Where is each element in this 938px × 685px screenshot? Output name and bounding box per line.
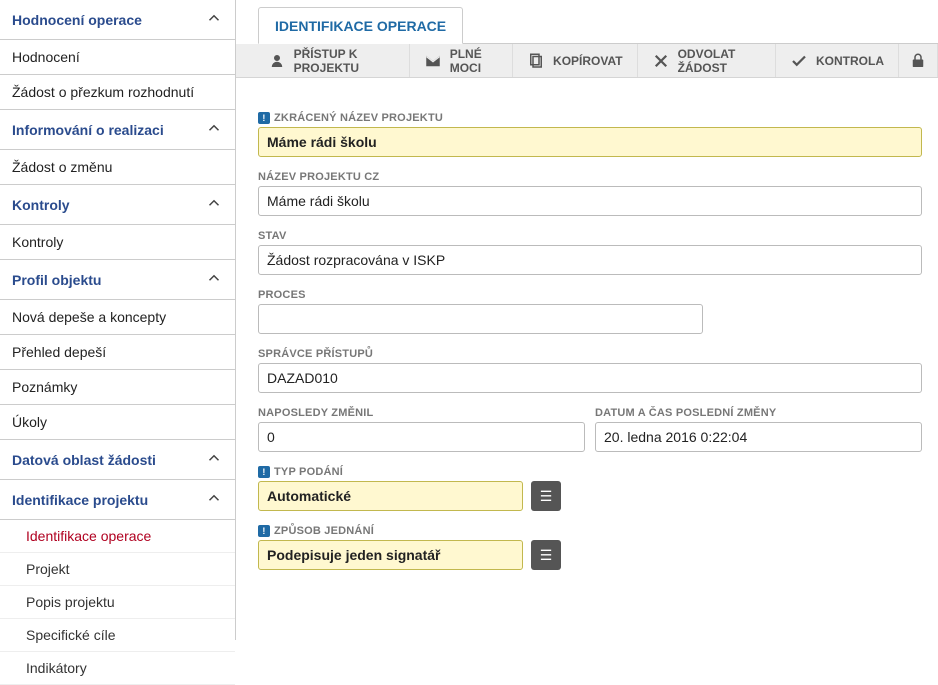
- required-icon: !: [258, 112, 270, 124]
- sidebar-item-kontroly[interactable]: Kontroly: [0, 225, 235, 260]
- field-label: ! TYP PODÁNÍ: [258, 466, 922, 478]
- process-input[interactable]: [258, 304, 703, 334]
- users-icon: [268, 52, 286, 70]
- field-label: NAPOSLEDY ZMĚNIL: [258, 407, 585, 419]
- field-process: PROCES: [258, 289, 922, 334]
- short-name-input[interactable]: [258, 127, 922, 157]
- field-short-name: ! ZKRÁCENÝ NÁZEV PROJEKTU: [258, 112, 922, 157]
- sidebar-group-title: Identifikace projektu: [12, 492, 148, 508]
- sidebar-group-profil-objektu[interactable]: Profil objektu: [0, 260, 235, 300]
- acting-mode-picker-button[interactable]: ☰: [531, 540, 561, 570]
- toolbar-label: PLNÉ MOCI: [450, 47, 498, 75]
- lock-icon: [909, 52, 927, 70]
- required-icon: !: [258, 466, 270, 478]
- sidebar-sub-popis-projektu[interactable]: Popis projektu: [0, 586, 235, 619]
- sidebar: Hodnocení operace Hodnocení Žádost o pře…: [0, 0, 236, 640]
- label-text: DATUM A ČAS POSLEDNÍ ZMĚNY: [595, 407, 776, 419]
- sidebar-group-title: Datová oblast žádosti: [12, 452, 156, 468]
- last-changed-by-input[interactable]: [258, 422, 585, 452]
- label-text: PROCES: [258, 289, 306, 301]
- label-text: SPRÁVCE PŘÍSTUPŮ: [258, 348, 373, 360]
- toolbar: PŘÍSTUP K PROJEKTU PLNÉ MOCI KOPÍROVAT O…: [236, 44, 938, 78]
- sidebar-group-title: Profil objektu: [12, 272, 101, 288]
- required-icon: !: [258, 525, 270, 537]
- field-label: STAV: [258, 230, 922, 242]
- chevron-up-icon: [205, 269, 223, 290]
- sidebar-sub-projekt[interactable]: Projekt: [0, 553, 235, 586]
- field-name-cz: NÁZEV PROJEKTU CZ: [258, 171, 922, 216]
- sidebar-group-informovani[interactable]: Informování o realizaci: [0, 110, 235, 150]
- toolbar-revoke-button[interactable]: ODVOLAT ŽÁDOST: [638, 44, 776, 77]
- sidebar-group-kontroly[interactable]: Kontroly: [0, 185, 235, 225]
- sidebar-item-prehled-depesi[interactable]: Přehled depeší: [0, 335, 235, 370]
- state-input[interactable]: [258, 245, 922, 275]
- sidebar-group-datova-oblast[interactable]: Datová oblast žádosti: [0, 440, 235, 480]
- sidebar-group-title: Informování o realizaci: [12, 122, 164, 138]
- chevron-up-icon: [205, 9, 223, 30]
- label-text: ZPŮSOB JEDNÁNÍ: [274, 525, 374, 537]
- sidebar-sub-identifikace-operace[interactable]: Identifikace operace: [0, 520, 235, 553]
- chevron-up-icon: [205, 449, 223, 470]
- admin-input[interactable]: [258, 363, 922, 393]
- label-text: NÁZEV PROJEKTU CZ: [258, 171, 379, 183]
- cancel-icon: [652, 52, 670, 70]
- sidebar-item-nova-depese[interactable]: Nová depeše a koncepty: [0, 300, 235, 335]
- sidebar-item-zadost-prezkum[interactable]: Žádost o přezkum rozhodnutí: [0, 75, 235, 110]
- chevron-up-icon: [205, 489, 223, 510]
- sidebar-group-title: Kontroly: [12, 197, 70, 213]
- field-last-changed-at: DATUM A ČAS POSLEDNÍ ZMĚNY: [595, 407, 922, 452]
- sidebar-group-identifikace-projektu[interactable]: Identifikace projektu: [0, 480, 235, 520]
- sidebar-item-hodnoceni[interactable]: Hodnocení: [0, 40, 235, 75]
- submit-type-input[interactable]: [258, 481, 523, 511]
- acting-mode-input[interactable]: [258, 540, 523, 570]
- toolbar-check-button[interactable]: KONTROLA: [776, 44, 899, 77]
- sidebar-item-zadost-zmenu[interactable]: Žádost o změnu: [0, 150, 235, 185]
- field-admin: SPRÁVCE PŘÍSTUPŮ: [258, 348, 922, 393]
- toolbar-label: PŘÍSTUP K PROJEKTU: [294, 47, 395, 75]
- field-label: PROCES: [258, 289, 922, 301]
- label-text: NAPOSLEDY ZMĚNIL: [258, 407, 373, 419]
- check-icon: [790, 52, 808, 70]
- field-state: STAV: [258, 230, 922, 275]
- field-label: ! ZKRÁCENÝ NÁZEV PROJEKTU: [258, 112, 922, 124]
- toolbar-access-button[interactable]: PŘÍSTUP K PROJEKTU: [254, 44, 410, 77]
- last-changed-at-input[interactable]: [595, 422, 922, 452]
- form-area: ! ZKRÁCENÝ NÁZEV PROJEKTU NÁZEV PROJEKTU…: [258, 78, 938, 586]
- sidebar-sub-specificke-cile[interactable]: Specifické cíle: [0, 619, 235, 652]
- label-text: TYP PODÁNÍ: [274, 466, 343, 478]
- list-icon: ☰: [540, 547, 553, 564]
- sidebar-item-ukoly[interactable]: Úkoly: [0, 405, 235, 440]
- toolbar-label: ODVOLAT ŽÁDOST: [678, 47, 761, 75]
- field-label: NÁZEV PROJEKTU CZ: [258, 171, 922, 183]
- label-text: STAV: [258, 230, 287, 242]
- chevron-up-icon: [205, 194, 223, 215]
- toolbar-copy-button[interactable]: KOPÍROVAT: [513, 44, 638, 77]
- label-text: ZKRÁCENÝ NÁZEV PROJEKTU: [274, 112, 443, 124]
- field-label: SPRÁVCE PŘÍSTUPŮ: [258, 348, 922, 360]
- toolbar-lock-button[interactable]: [899, 44, 938, 77]
- toolbar-label: KOPÍROVAT: [553, 54, 623, 68]
- sidebar-group-hodnoceni-operace[interactable]: Hodnocení operace: [0, 0, 235, 40]
- field-acting-mode: ! ZPŮSOB JEDNÁNÍ ☰: [258, 525, 922, 570]
- sidebar-item-poznamky[interactable]: Poznámky: [0, 370, 235, 405]
- main-panel: IDENTIFIKACE OPERACE PŘÍSTUP K PROJEKTU …: [236, 0, 938, 640]
- name-cz-input[interactable]: [258, 186, 922, 216]
- field-label: DATUM A ČAS POSLEDNÍ ZMĚNY: [595, 407, 922, 419]
- sidebar-sub-indikatory[interactable]: Indikátory: [0, 652, 235, 685]
- toolbar-power-button[interactable]: PLNÉ MOCI: [410, 44, 513, 77]
- mail-icon: [424, 52, 442, 70]
- submit-type-picker-button[interactable]: ☰: [531, 481, 561, 511]
- tab-identifikace-operace[interactable]: IDENTIFIKACE OPERACE: [258, 7, 463, 44]
- field-submit-type: ! TYP PODÁNÍ ☰: [258, 466, 922, 511]
- tab-strip: IDENTIFIKACE OPERACE: [258, 0, 938, 44]
- field-last-changed-by: NAPOSLEDY ZMĚNIL: [258, 407, 585, 452]
- chevron-up-icon: [205, 119, 223, 140]
- copy-icon: [527, 52, 545, 70]
- list-icon: ☰: [540, 488, 553, 505]
- toolbar-label: KONTROLA: [816, 54, 884, 68]
- field-label: ! ZPŮSOB JEDNÁNÍ: [258, 525, 922, 537]
- sidebar-group-title: Hodnocení operace: [12, 12, 142, 28]
